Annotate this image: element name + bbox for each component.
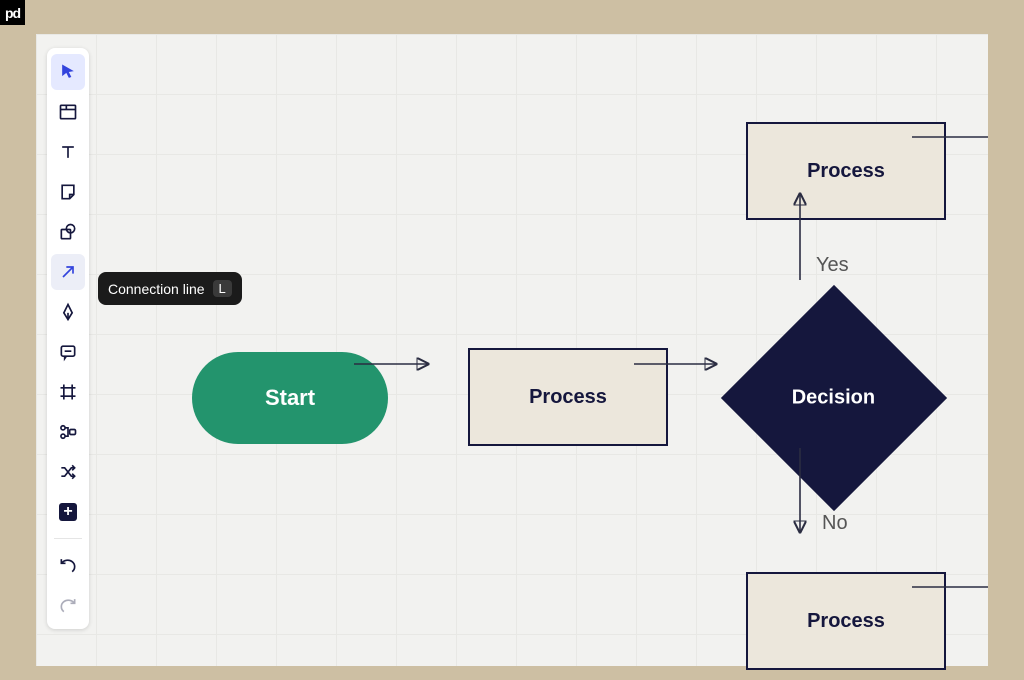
plus-square-icon: + — [59, 503, 77, 521]
node-process-bot[interactable]: Process — [746, 572, 946, 670]
tool-undo[interactable] — [51, 547, 85, 583]
edge-label-no: No — [822, 512, 848, 535]
tool-nodes[interactable] — [51, 414, 85, 450]
canvas-viewport[interactable]: Start Process Process Process Decision Y… — [36, 34, 988, 666]
node-start[interactable]: Start — [192, 352, 388, 444]
text-icon — [58, 142, 78, 162]
layout-icon — [58, 102, 78, 122]
node-process-top[interactable]: Process — [746, 122, 946, 220]
tool-frame[interactable] — [51, 374, 85, 410]
tool-redo[interactable] — [51, 587, 85, 623]
comment-icon — [58, 342, 78, 362]
tool-container[interactable] — [51, 94, 85, 130]
redo-icon — [58, 595, 78, 615]
shape-union-icon — [58, 222, 78, 242]
tool-shape[interactable] — [51, 214, 85, 250]
tool-select[interactable] — [51, 54, 85, 90]
tool-add[interactable]: + — [51, 494, 85, 530]
tool-pen[interactable] — [51, 294, 85, 330]
toolbar: + — [47, 48, 89, 629]
tool-connection[interactable] — [51, 254, 85, 290]
arrow-upright-icon — [58, 262, 78, 282]
tool-shuffle[interactable] — [51, 454, 85, 490]
tool-text[interactable] — [51, 134, 85, 170]
undo-icon — [58, 555, 78, 575]
tooltip-shortcut: L — [213, 280, 232, 297]
nodes-icon — [58, 422, 78, 442]
node-decision[interactable]: Decision — [721, 285, 947, 511]
toolbar-divider — [54, 538, 82, 539]
tool-note[interactable] — [51, 174, 85, 210]
pen-fountain-icon — [58, 302, 78, 322]
node-process-mid[interactable]: Process — [468, 348, 668, 446]
brand-badge: pd — [0, 0, 25, 25]
edge-label-yes: Yes — [816, 254, 849, 277]
tooltip-connection: Connection line L — [98, 272, 242, 305]
tool-comment[interactable] — [51, 334, 85, 370]
shuffle-icon — [58, 462, 78, 482]
cursor-icon — [58, 62, 78, 82]
crop-frame-icon — [58, 382, 78, 402]
sticky-note-icon — [58, 182, 78, 202]
tooltip-label: Connection line — [108, 281, 205, 297]
